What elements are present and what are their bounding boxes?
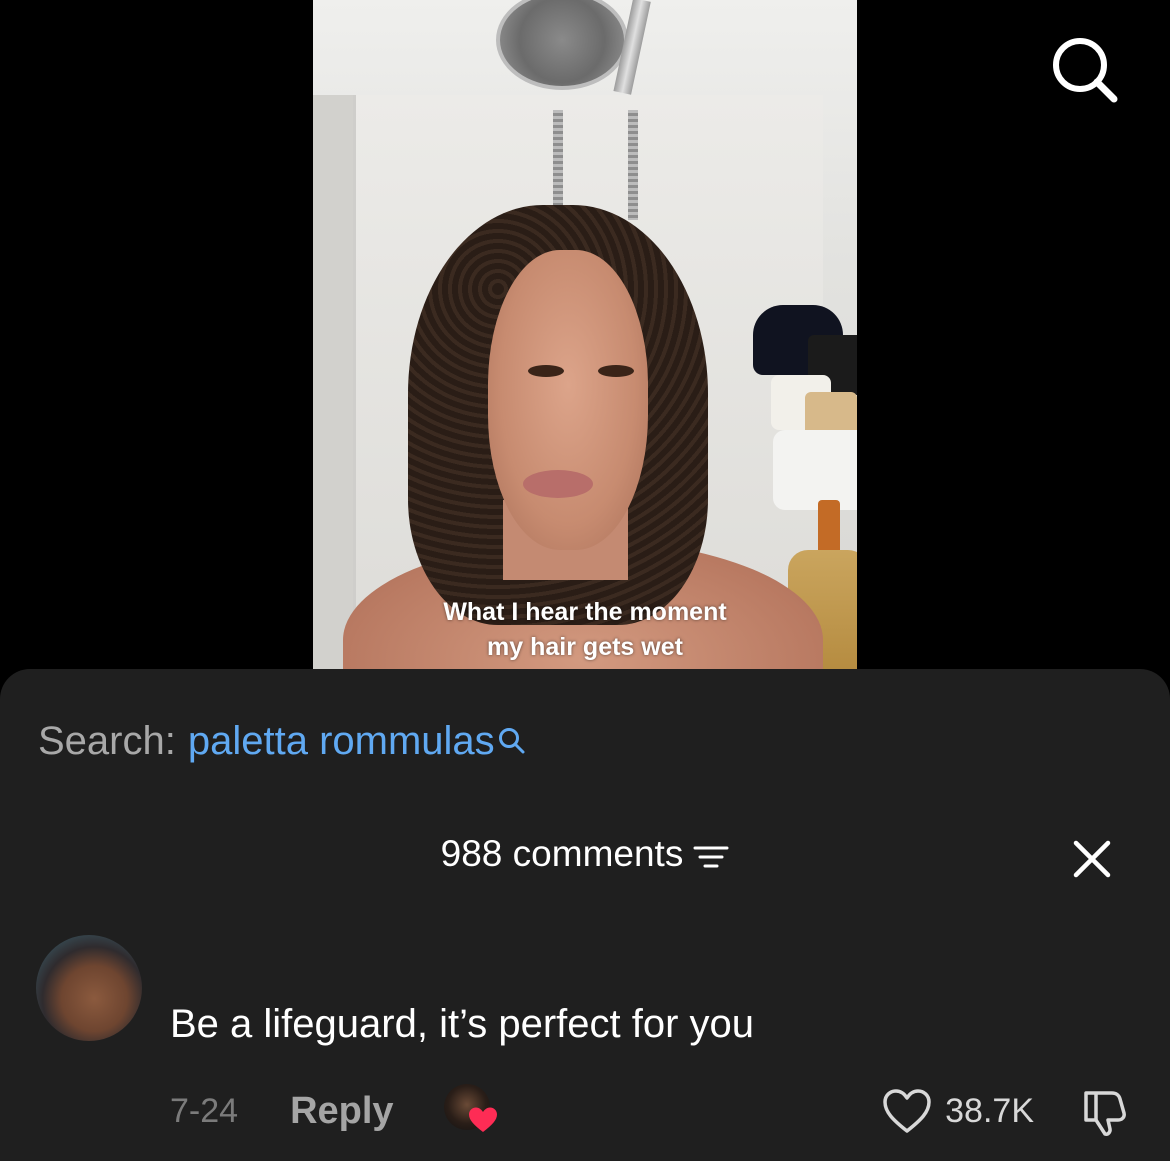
person-lips	[523, 470, 593, 498]
shower-hose	[628, 110, 638, 220]
close-icon[interactable]	[1070, 837, 1114, 881]
dislike-icon[interactable]	[1078, 1085, 1130, 1137]
filter-icon[interactable]	[693, 839, 729, 869]
comment-date: 7-24	[170, 1091, 239, 1130]
search-query-link[interactable]: paletta rommulas	[188, 715, 495, 767]
search-icon[interactable]	[497, 717, 527, 754]
commenter-avatar[interactable]	[36, 935, 142, 1041]
caption-line: my hair gets wet	[487, 633, 683, 661]
video-caption: What I hear the moment my hair gets wet	[313, 595, 857, 665]
person-eye	[528, 365, 564, 377]
search-suggestion[interactable]: Search: paletta rommulas	[38, 715, 527, 767]
creator-liked-badge	[443, 1084, 498, 1138]
like-count: 38.7K	[945, 1091, 1034, 1130]
reply-button[interactable]: Reply	[290, 1090, 393, 1133]
comments-sheet: Search: paletta rommulas 988 comments Be…	[0, 669, 1170, 1161]
search-prefix: Search:	[38, 719, 176, 763]
heart-icon[interactable]	[881, 1087, 933, 1135]
likes-group: 38.7K	[881, 1085, 1130, 1137]
caption-line: What I hear the moment	[443, 598, 727, 626]
heart-icon	[468, 1107, 497, 1132]
shower-hose	[553, 110, 563, 220]
person-eye	[598, 365, 634, 377]
showerhead	[496, 0, 628, 90]
video-player[interactable]: What I hear the moment my hair gets wet	[313, 0, 857, 669]
comments-count: 988 comments	[440, 833, 684, 874]
shelf	[773, 430, 857, 510]
person-face	[488, 250, 648, 550]
comment-meta: 7-24 Reply 38.7K	[170, 1083, 1130, 1139]
screen: What I hear the moment my hair gets wet …	[0, 0, 1170, 1161]
search-icon[interactable]	[1050, 35, 1120, 105]
wall-edge	[313, 95, 357, 669]
comment-text: Be a lifeguard, it’s perfect for you	[170, 1002, 755, 1046]
bottle-pump	[818, 500, 840, 555]
comments-header[interactable]: 988 comments	[0, 833, 1170, 875]
